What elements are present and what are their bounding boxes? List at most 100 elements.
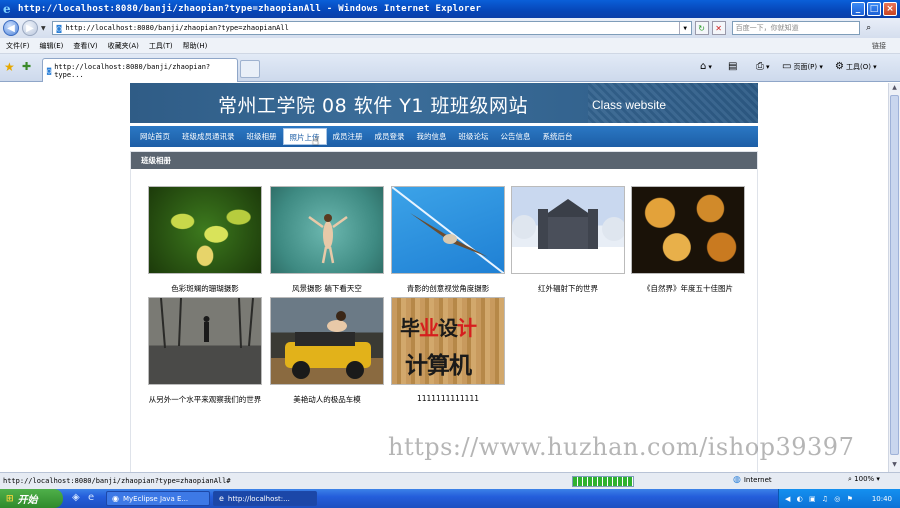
site-subtitle: Class website — [592, 98, 667, 112]
system-tray: ◀ ◐ ▣ ♫ ◎ ⚑ 10:40 — [778, 489, 900, 508]
design-char: 计 — [457, 316, 477, 340]
search-input[interactable]: 百度一下，你就知道 — [731, 21, 860, 35]
scroll-down-icon[interactable]: ▼ — [890, 461, 899, 471]
zoom-level[interactable]: ⌕ 100% ▾ — [848, 475, 880, 484]
photo-card[interactable]: 色彩斑斓的珊瑚摄影 — [148, 186, 262, 294]
eclipse-icon: ◉ — [112, 494, 119, 503]
scroll-up-icon[interactable]: ▲ — [890, 84, 899, 94]
photo-caption[interactable]: 美艳动人的极品车模 — [270, 394, 384, 405]
window-title-bar: e http://localhost:8080/banji/zhaopian?t… — [0, 0, 900, 18]
nav-notices[interactable]: 公告信息 — [495, 128, 537, 145]
castle-figure — [512, 199, 624, 249]
address-toolbar: ◀ ▶ ▼ ◙ http://localhost:8080/banji/zhao… — [0, 18, 900, 38]
vertical-scrollbar[interactable]: ▲ ▼ — [888, 83, 900, 472]
address-input[interactable]: ◙ http://localhost:8080/banji/zhaopian?t… — [51, 21, 692, 35]
photo-card[interactable]: 毕业设计 计算机 1111111111111 — [391, 297, 505, 403]
photo-caption[interactable]: 青影的创意视觉角度摄影 — [391, 283, 505, 294]
status-bar: http://localhost:8080/banji/zhaopian?typ… — [0, 472, 900, 489]
site-banner: 常州工学院 08 软件 Y1 班班级网站 Class website — [130, 83, 758, 123]
photo-thumbnail[interactable] — [270, 186, 384, 274]
printer-icon: ⎙ — [756, 61, 764, 72]
photo-caption[interactable]: 从另外一个水平来观察我们的世界 — [148, 394, 262, 405]
progress-bar — [572, 476, 634, 487]
nav-album[interactable]: 班级相册 — [241, 128, 283, 145]
tools-menu-button[interactable]: ⚙ 工具(O) ▾ — [835, 61, 877, 72]
security-zone[interactable]: ◍ Internet — [733, 475, 772, 485]
new-tab-button[interactable] — [240, 60, 260, 78]
quicklaunch-desktop-icon[interactable]: ◈ — [72, 492, 80, 503]
zoom-magnifier-icon: ⌕ — [848, 475, 852, 483]
print-button[interactable]: ⎙ ▾ — [756, 61, 770, 72]
photo-caption[interactable]: 风景摄影 躺下看天空 — [270, 283, 384, 294]
menu-edit[interactable]: 编辑(E) — [40, 41, 64, 51]
nav-my-info[interactable]: 我的信息 — [411, 128, 453, 145]
start-button[interactable]: ⊞ 开始 — [0, 489, 63, 508]
page-icon: ◙ — [56, 23, 62, 33]
stop-button[interactable]: ✕ — [711, 21, 726, 35]
photo-card[interactable]: 青影的创意视觉角度摄影 — [391, 186, 505, 294]
page-menu-icon: ▭ — [782, 61, 792, 72]
ie-logo-icon: e — [3, 2, 11, 16]
progress-fill — [573, 477, 633, 486]
menu-view[interactable]: 查看(V) — [73, 41, 97, 51]
nav-admin[interactable]: 系统后台 — [537, 128, 579, 145]
photo-caption[interactable]: 《自然界》年度五十佳图片 — [631, 283, 745, 294]
photo-thumbnail[interactable] — [511, 186, 625, 274]
maximize-button[interactable]: □ — [867, 2, 881, 16]
address-url[interactable]: http://localhost:8080/banji/zhaopian?typ… — [65, 24, 678, 32]
links-label[interactable]: 链接 — [872, 41, 886, 51]
photo-card[interactable]: 从另外一个水平来观察我们的世界 — [148, 297, 262, 405]
address-dropdown-icon[interactable]: ▼ — [678, 22, 691, 34]
photo-card[interactable]: 风景摄影 躺下看天空 — [270, 186, 384, 294]
photo-thumbnail[interactable]: 毕业设计 计算机 — [391, 297, 505, 385]
photo-card[interactable]: 《自然界》年度五十佳图片 — [631, 186, 745, 294]
photo-thumbnail[interactable] — [631, 186, 745, 274]
window-title: http://localhost:8080/banji/zhaopian?typ… — [18, 4, 482, 14]
page-menu-button[interactable]: ▭ 页面(P) ▾ — [782, 61, 823, 72]
nav-login[interactable]: 成员登录 — [369, 128, 411, 145]
photo-caption[interactable]: 色彩斑斓的珊瑚摄影 — [148, 283, 262, 294]
nav-home[interactable]: 网站首页 — [134, 128, 176, 145]
menu-favorites[interactable]: 收藏夹(A) — [108, 41, 139, 51]
home-button[interactable]: ⌂ ▾ — [700, 61, 712, 72]
refresh-button[interactable]: ↻ — [694, 21, 709, 35]
nav-forum[interactable]: 班级论坛 — [453, 128, 495, 145]
tab-bar: ★ ✚ ◙ http://localhost:8080/banji/zhaopi… — [0, 54, 900, 82]
nav-photo-upload[interactable]: 照片上传 — [282, 128, 327, 145]
photo-thumbnail[interactable] — [148, 297, 262, 385]
photo-caption[interactable]: 1111111111111 — [391, 394, 505, 403]
back-button[interactable]: ◀ — [3, 20, 19, 36]
nav-register[interactable]: 成员注册 — [327, 128, 369, 145]
feeds-button[interactable]: ▤ — [728, 61, 739, 72]
forward-button[interactable]: ▶ — [22, 20, 38, 36]
tab-current[interactable]: ◙ http://localhost:8080/banji/zhaopian?t… — [42, 58, 238, 82]
favorites-star-icon[interactable]: ★ — [4, 60, 15, 74]
car-figure — [285, 311, 371, 379]
nav-address-book[interactable]: 班级成员通讯录 — [176, 128, 241, 145]
scroll-thumb[interactable] — [890, 95, 899, 455]
menu-help[interactable]: 帮助(H) — [183, 41, 208, 51]
tools-menu-label: 工具(O) — [845, 62, 871, 71]
menu-tools[interactable]: 工具(T) — [149, 41, 173, 51]
taskbar-item-browser[interactable]: e http://localhost:... — [213, 491, 317, 506]
close-button[interactable]: × — [883, 2, 897, 16]
site-nav: 网站首页 班级成员通讯录 班级相册 照片上传 成员注册 成员登录 我的信息 班级… — [130, 126, 758, 147]
minimize-button[interactable]: _ — [851, 2, 865, 16]
tray-icons[interactable]: ◀ ◐ ▣ ♫ ◎ ⚑ — [785, 495, 855, 503]
photo-thumbnail[interactable] — [391, 186, 505, 274]
add-favorites-icon[interactable]: ✚ — [22, 60, 31, 73]
taskbar-item-myeclipse[interactable]: ◉ MyEclipse Java E... — [106, 491, 210, 506]
photo-caption[interactable]: 红外辐射下的世界 — [511, 283, 625, 294]
menu-file[interactable]: 文件(F) — [6, 41, 30, 51]
history-dropdown-icon[interactable]: ▼ — [41, 25, 46, 32]
photo-card[interactable]: 美艳动人的极品车模 — [270, 297, 384, 405]
search-icon[interactable]: ⌕ — [862, 21, 876, 35]
menu-bar: 文件(F) 编辑(E) 查看(V) 收藏夹(A) 工具(T) 帮助(H) 链接 — [0, 38, 900, 54]
photo-card[interactable]: 红外辐射下的世界 — [511, 186, 625, 294]
rss-icon: ▤ — [728, 61, 738, 72]
photo-thumbnail[interactable] — [148, 186, 262, 274]
quicklaunch-ie-icon[interactable]: e — [88, 492, 94, 503]
page-menu-label: 页面(P) — [793, 62, 818, 71]
start-label: 开始 — [17, 495, 38, 506]
photo-thumbnail[interactable] — [270, 297, 384, 385]
